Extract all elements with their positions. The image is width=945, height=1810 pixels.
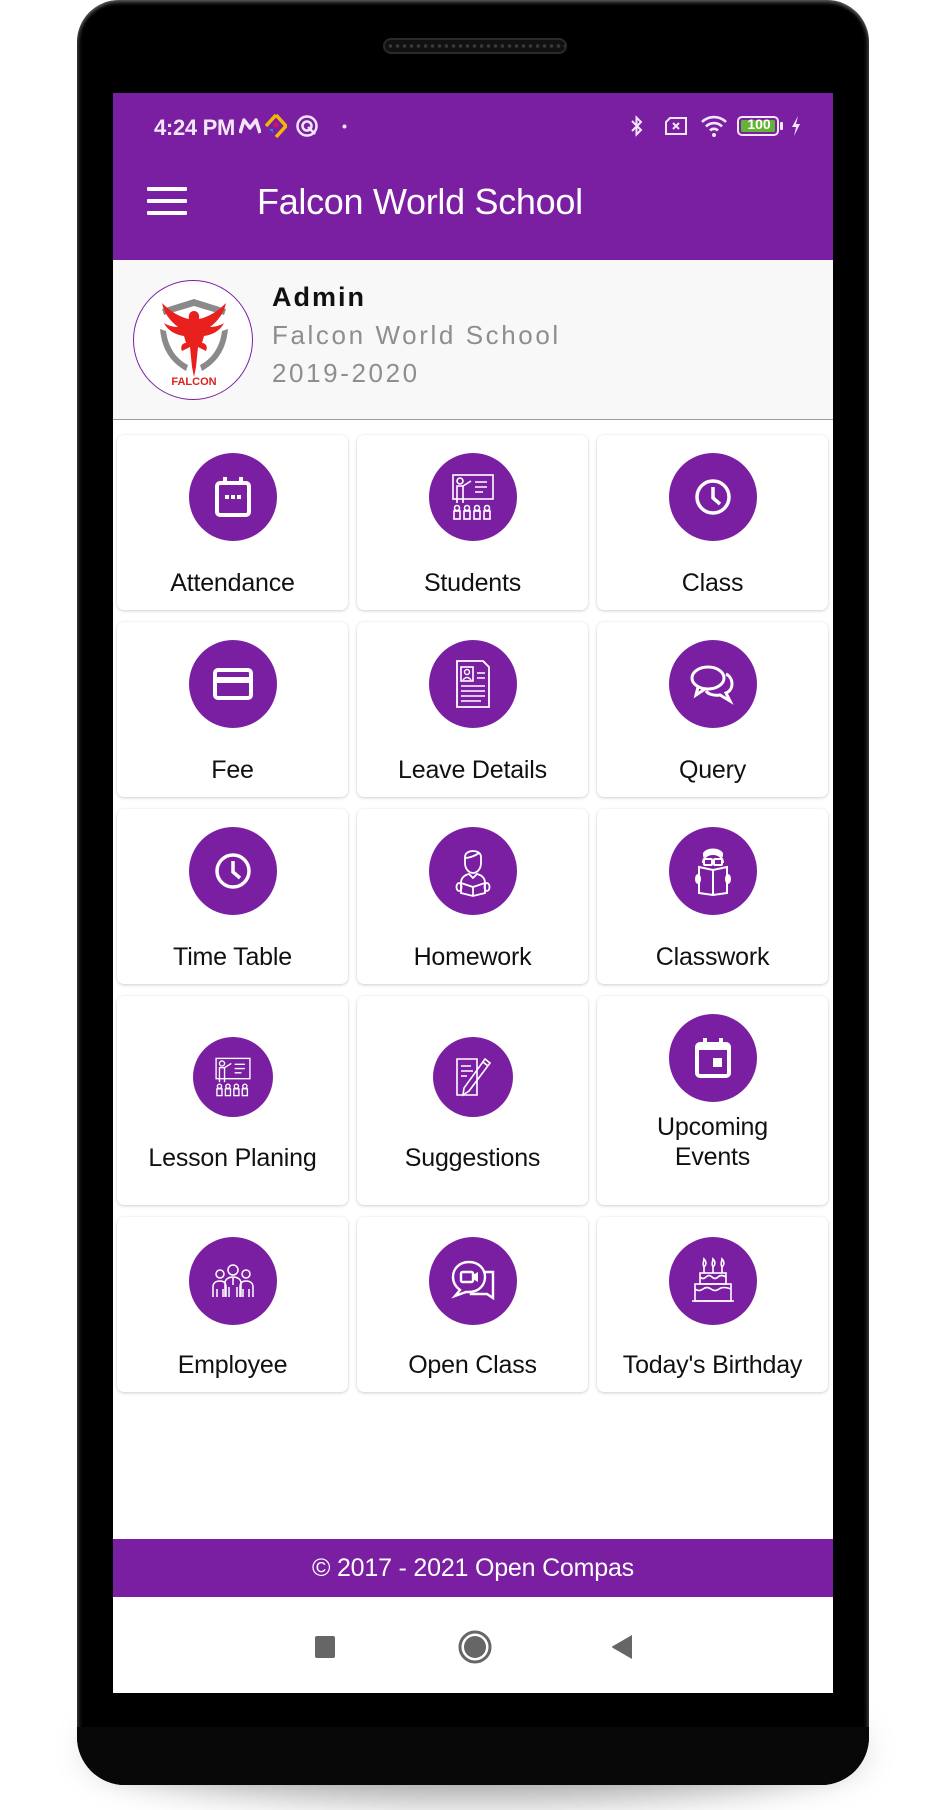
circle-badge [668,640,757,728]
circle-badge [188,640,277,728]
circle-badge [432,1037,513,1117]
chat-bubbles-icon [690,665,734,705]
menu-item-label: Time Table [173,943,292,971]
charging-icon [789,113,803,139]
menu-item-upcoming-events[interactable]: Upcoming Events [597,996,828,1205]
menu-item-label: Leave Details [398,756,547,784]
clock-icon [694,479,731,515]
note-pencil-icon [455,1057,491,1097]
menu-item-todays-birthday[interactable]: Today's Birthday [597,1217,828,1392]
circle-badge [668,827,757,915]
circle-badge [428,1237,517,1325]
circle-badge [428,827,517,915]
birthday-cake-icon [691,1257,734,1302]
logo-text: FALCON [171,376,216,388]
falcon-logo-icon: FALCON [160,299,228,388]
status-bar: 4:24 PM 100 [113,93,833,163]
menu-item-label: Class [681,569,744,597]
menu-item-label: Open Class [408,1351,537,1379]
menu-item-label: Today's Birthday [622,1351,803,1379]
battery-icon: 100 [737,113,785,139]
menu-item-label-line2: Events [674,1143,751,1171]
profile-school: Falcon World School [272,320,561,350]
menu-item-label: Employee [177,1351,288,1379]
circle-home-icon [458,1630,492,1664]
teacher-board-icon [214,1057,251,1097]
menu-item-attendance[interactable]: Attendance [117,435,348,610]
direction-app-icon [264,113,288,139]
app-title: Falcon World School [257,181,583,222]
menu-item-query[interactable]: Query [597,622,828,797]
menu-line [147,211,187,215]
circle-badge [188,827,277,915]
video-chat-icon [450,1260,494,1301]
menu-item-label: Query [678,756,747,784]
android-nav-bar [113,1597,833,1693]
menu-item-lesson-planing[interactable]: Lesson Planing [117,996,348,1205]
menu-item-label: Students [423,569,522,597]
back-button[interactable] [602,1627,642,1667]
no-sim-icon [663,113,689,139]
menu-item-time-table[interactable]: Time Table [117,809,348,984]
app-bar: 4:24 PM 100 Falcon World School [113,93,833,260]
menu-item-label: Suggestions [404,1144,541,1172]
copyright-footer: © 2017 - 2021 Open Compas [113,1539,833,1597]
circle-badge [192,1037,273,1117]
wifi-icon [699,113,729,139]
phone-speaker [383,38,567,54]
menu-item-label: Fee [211,756,254,784]
battery-level: 100 [747,116,771,132]
credit-card-icon [212,668,253,700]
menu-item-homework[interactable]: Homework [357,809,588,984]
triangle-back-icon [612,1635,632,1659]
document-profile-icon [455,660,490,708]
menu-item-classwork[interactable]: Classwork [597,809,828,984]
menu-item-label: Upcoming [657,1113,768,1141]
circle-badge [188,1237,277,1325]
clock-icon [214,853,251,889]
menu-item-students[interactable]: Students [357,435,588,610]
circle-badge [188,453,277,541]
event-calendar-icon [694,1038,731,1078]
profile-header: FALCON Admin Falcon World School 2019-20… [113,260,833,420]
menu-item-label: Homework [413,943,532,971]
phone-chin [77,1727,869,1785]
profile-session: 2019-2020 [272,358,420,388]
circle-badge [668,1237,757,1325]
menu-item-label: Lesson Planing [148,1144,317,1172]
circle-badge [428,453,517,541]
q-app-icon [294,113,320,139]
menu-item-open-class[interactable]: Open Class [357,1217,588,1392]
menu-item-suggestions[interactable]: Suggestions [357,996,588,1205]
menu-item-label: Classwork [655,943,770,971]
menu-item-leave-details[interactable]: Leave Details [357,622,588,797]
m-app-icon [238,113,262,139]
circle-badge [668,453,757,541]
student-reading-icon [455,850,490,897]
square-recents-icon [315,1636,335,1658]
menu-line [147,199,187,203]
profile-name: Admin [272,282,366,312]
menu-line [147,187,187,191]
bluetooth-icon [629,113,645,139]
hamburger-menu-button[interactable] [147,187,187,217]
status-time: 4:24 PM [154,115,236,140]
app-screen: 4:24 PM 100 Falcon World School FALCON A… [113,93,833,1693]
menu-item-fee[interactable]: Fee [117,622,348,797]
teacher-board-icon [451,474,494,520]
circle-badge [428,640,517,728]
school-logo: FALCON [133,280,253,400]
reading-glasses-icon [694,848,731,897]
circle-badge [668,1014,757,1102]
menu-item-class[interactable]: Class [597,435,828,610]
dot-notification-icon [340,113,348,139]
recents-button[interactable] [305,1627,345,1667]
menu-item-employee[interactable]: Employee [117,1217,348,1392]
group-people-icon [211,1264,254,1297]
home-button[interactable] [455,1627,495,1667]
calendar-icon [214,477,251,517]
menu-item-label: Attendance [170,569,295,597]
